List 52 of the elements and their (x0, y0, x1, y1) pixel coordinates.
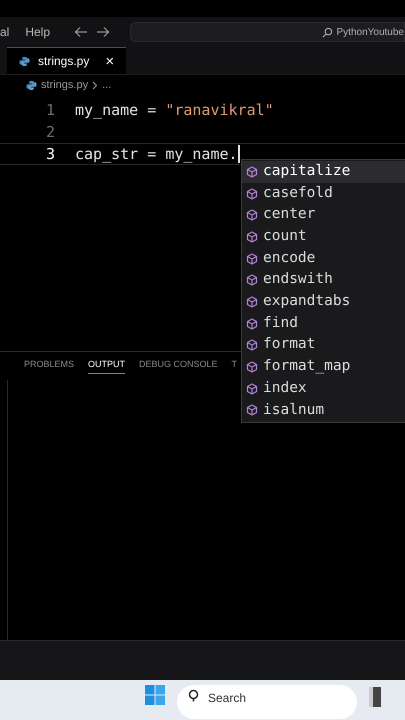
cube-icon (246, 361, 258, 374)
suggestion-item[interactable]: capitalize (242, 161, 405, 183)
back-arrow-icon[interactable] (74, 26, 88, 38)
cube-icon (246, 318, 258, 330)
cube-icon (246, 274, 258, 286)
suggestion-item[interactable]: encode (242, 248, 405, 270)
forward-arrow-icon[interactable] (96, 26, 110, 38)
menu-item[interactable]: Help (25, 23, 50, 41)
search-placeholder: Search (208, 690, 246, 707)
suggestion-item[interactable]: casefold (242, 182, 405, 204)
cube-icon (246, 252, 258, 265)
panel-tab[interactable]: T (232, 358, 238, 374)
cube-icon (246, 230, 258, 243)
taskbar-search[interactable]: Search (177, 685, 357, 719)
suggestion-item[interactable]: endswith (242, 269, 405, 292)
windows-logo-icon[interactable] (145, 685, 165, 705)
cube-icon (246, 209, 258, 222)
cube-icon (246, 404, 258, 416)
suggestion-item[interactable]: count (242, 226, 405, 248)
breadcrumb-item[interactable]: strings.py (41, 76, 88, 94)
suggestion-item[interactable]: format_map (242, 356, 405, 378)
taskbar-app-icon[interactable] (369, 687, 381, 707)
code-line: cap_str = my_name. (75, 144, 238, 165)
command-center-text: PythonYoutube (336, 26, 404, 40)
tab-label: strings.py (38, 53, 90, 70)
line-number: 3 (44, 144, 56, 165)
chevron-icon (92, 80, 98, 90)
breadcrumb-item[interactable]: ... (102, 76, 112, 94)
cube-icon (246, 296, 258, 308)
python-file-icon (26, 80, 37, 90)
cube-icon (246, 188, 258, 200)
command-center[interactable]: PythonYoutube (130, 22, 405, 42)
menu-item[interactable]: al (0, 23, 10, 41)
suggestion-item[interactable]: format (242, 334, 405, 356)
cube-icon (246, 166, 258, 178)
editor-tab[interactable]: strings.py × (7, 47, 126, 74)
suggestion-item[interactable]: find (242, 312, 405, 334)
code-line: my_name = "ranavikral" (75, 100, 274, 121)
suggestion-item[interactable]: center (242, 204, 405, 226)
suggestion-item[interactable]: index (242, 378, 405, 400)
python-file-icon (19, 56, 30, 66)
text-cursor (238, 145, 240, 163)
cube-icon (246, 382, 258, 395)
suggestion-item[interactable]: isalnum (242, 400, 405, 422)
close-icon[interactable]: × (105, 54, 114, 68)
suggestion-item[interactable]: expandtabs (242, 291, 405, 313)
line-number: 2 (44, 122, 56, 143)
cube-icon (246, 339, 258, 352)
panel-tab[interactable]: PROBLEMS (24, 358, 74, 374)
panel-tab[interactable]: DEBUG CONSOLE (139, 358, 218, 374)
panel-tab[interactable]: OUTPUT (88, 358, 126, 374)
line-number: 1 (44, 100, 56, 121)
